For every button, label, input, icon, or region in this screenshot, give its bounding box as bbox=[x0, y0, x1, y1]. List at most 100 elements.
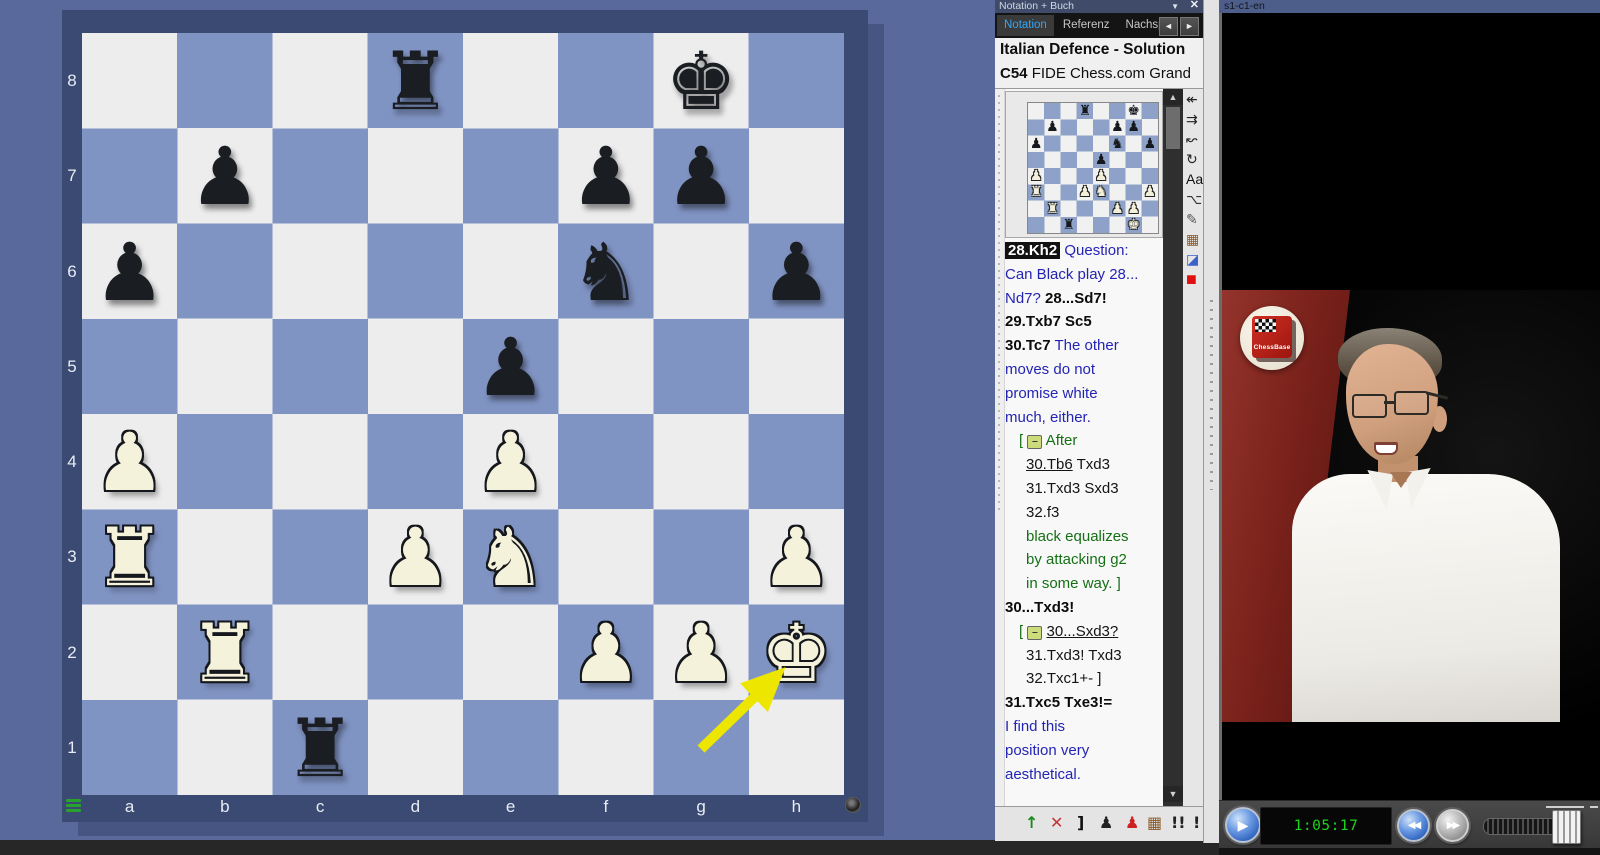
tab-scroll-right-icon[interactable]: ► bbox=[1180, 17, 1199, 36]
pieces-palette-icon[interactable]: ▦ bbox=[1147, 813, 1162, 832]
move-text[interactable]: 30...Sxd3? bbox=[1047, 623, 1119, 640]
text-format-icon[interactable]: Aa bbox=[1183, 169, 1203, 189]
tab-notation[interactable]: Notation bbox=[997, 15, 1054, 36]
brush-icon[interactable]: ✎ bbox=[1183, 209, 1203, 229]
comment-text[interactable]: in some way. ] bbox=[1026, 575, 1121, 592]
comment-text[interactable]: aesthetical. bbox=[1005, 766, 1081, 783]
red-swatch-icon[interactable]: ■ bbox=[1183, 269, 1203, 289]
caret-down-icon[interactable]: ▼ bbox=[1171, 0, 1179, 13]
notation-line: black equalizes bbox=[1005, 525, 1160, 549]
chess-piece-wp-f2[interactable]: ♟ bbox=[558, 605, 653, 700]
comment-text[interactable]: [ bbox=[1019, 623, 1027, 640]
chess-piece-wr-b2[interactable]: ♜ bbox=[177, 605, 272, 700]
structure-icon[interactable]: ⌥ bbox=[1183, 189, 1203, 209]
comment-text[interactable]: Can Black play 28... bbox=[1005, 266, 1138, 283]
tab-referenz[interactable]: Referenz bbox=[1056, 15, 1117, 36]
close-icon[interactable]: ✕ bbox=[1190, 0, 1199, 12]
scroll-up-icon[interactable]: ▲ bbox=[1163, 89, 1183, 105]
comment-text[interactable]: Question: bbox=[1064, 242, 1128, 259]
play-button[interactable]: ▶ bbox=[1225, 807, 1261, 843]
move-text[interactable]: 31.Txc5 Txe3!= bbox=[1005, 694, 1112, 711]
chess-piece-bp-f7[interactable]: ♟ bbox=[558, 128, 653, 223]
comment-text[interactable]: much, either. bbox=[1005, 409, 1091, 426]
chess-piece-bp-a6[interactable]: ♟ bbox=[82, 224, 177, 319]
notation-line: moves do not bbox=[1005, 358, 1160, 382]
video-display[interactable]: ChessBase bbox=[1219, 13, 1600, 800]
double-exclam-icon[interactable]: !! bbox=[1171, 813, 1186, 832]
move-text[interactable]: 28...Sd7! bbox=[1045, 290, 1107, 307]
chess-piece-wp-g2[interactable]: ♟ bbox=[654, 605, 749, 700]
promote-variation-icon[interactable]: ↑ bbox=[1025, 813, 1038, 832]
chess-board[interactable]: ♜♚♟♟♟♟♞♟♟♟♟♜♟♞♟♜♟♟♚♜ bbox=[82, 33, 844, 795]
move-text[interactable]: 32.f3 bbox=[1026, 504, 1059, 521]
panel-splitter[interactable] bbox=[1203, 0, 1219, 843]
mini-chess-board[interactable]: ♜♚♟♟♟♟♞♟♟♟♟♜♟♞♟♜♟♟♚♜ bbox=[1027, 102, 1159, 234]
chess-piece-bk-g8[interactable]: ♚ bbox=[654, 33, 749, 128]
delete-move-icon[interactable]: ✕ bbox=[1050, 813, 1063, 832]
move-text[interactable]: 29.Txb7 Sc5 bbox=[1005, 313, 1092, 330]
chess-piece-wr-a3[interactable]: ♜ bbox=[82, 509, 177, 604]
comment-text[interactable]: promise white bbox=[1005, 385, 1098, 402]
red-piece-icon[interactable]: ♟ bbox=[1125, 813, 1139, 832]
scroll-down-icon[interactable]: ▼ bbox=[1163, 786, 1183, 802]
volume-slider-knob[interactable] bbox=[1552, 810, 1581, 844]
mini-piece-wn-e3: ♞ bbox=[1093, 184, 1109, 200]
rewind-button[interactable]: ◀◀ bbox=[1397, 809, 1430, 842]
exclam-icon[interactable]: ! bbox=[1193, 813, 1200, 832]
comment-text[interactable]: moves do not bbox=[1005, 361, 1095, 378]
chess-piece-br-d8[interactable]: ♜ bbox=[368, 33, 463, 128]
scrollbar-thumb[interactable] bbox=[1166, 107, 1180, 149]
collapse-icon[interactable]: – bbox=[1027, 626, 1042, 640]
chess-piece-wp-h3[interactable]: ♟ bbox=[749, 509, 844, 604]
chess-piece-wp-d3[interactable]: ♟ bbox=[368, 509, 463, 604]
rotate-icon[interactable]: ↻ bbox=[1183, 149, 1203, 169]
move-text[interactable]: 30.Tc7 bbox=[1005, 337, 1051, 354]
chess-piece-bp-g7[interactable]: ♟ bbox=[654, 128, 749, 223]
chess-piece-bp-e5[interactable]: ♟ bbox=[463, 319, 558, 414]
back-arrow-icon[interactable]: ↜ bbox=[1183, 129, 1203, 149]
board-menu-icon[interactable] bbox=[66, 799, 81, 813]
move-text[interactable]: 30...Txd3! bbox=[1005, 599, 1074, 616]
chess-piece-wp-a4[interactable]: ♟ bbox=[82, 414, 177, 509]
fast-forward-button[interactable]: ▶▶ bbox=[1436, 809, 1469, 842]
chess-piece-bp-h6[interactable]: ♟ bbox=[749, 224, 844, 319]
rank-label: 6 bbox=[62, 224, 82, 319]
comment-text[interactable]: black equalizes bbox=[1026, 528, 1129, 545]
pieces-palette-icon[interactable]: ▦ bbox=[1183, 229, 1203, 249]
scatter-arrows-icon[interactable]: ⇉ bbox=[1183, 109, 1203, 129]
bracket-icon[interactable]: ] bbox=[1077, 813, 1084, 832]
comment-text[interactable]: Nd7? bbox=[1005, 290, 1041, 307]
notation-scrollbar[interactable]: ▲ ▼ bbox=[1163, 89, 1183, 806]
chess-piece-bn-f6[interactable]: ♞ bbox=[558, 224, 653, 319]
comment-text[interactable]: [ bbox=[1019, 432, 1027, 449]
comment-text[interactable]: position very bbox=[1005, 742, 1089, 759]
chess-piece-br-c1[interactable]: ♜ bbox=[273, 700, 368, 795]
collapse-icon[interactable]: – bbox=[1027, 435, 1042, 449]
black-piece-icon[interactable]: ♟ bbox=[1099, 813, 1113, 832]
presenter-shirt bbox=[1292, 474, 1560, 722]
comment-text[interactable]: After bbox=[1042, 432, 1077, 449]
comment-text[interactable]: The other bbox=[1055, 337, 1119, 354]
chess-piece-bp-b7[interactable]: ♟ bbox=[177, 128, 272, 223]
board-corner-button[interactable] bbox=[845, 797, 861, 813]
mini-piece-wp-f2: ♟ bbox=[1109, 201, 1125, 217]
move-text[interactable]: 30.Tb6 bbox=[1026, 456, 1073, 473]
notation-line: Nd7? 28...Sd7! bbox=[1005, 287, 1160, 311]
eraser-icon[interactable]: ◪ bbox=[1183, 249, 1203, 269]
tab-scroll-left-icon[interactable]: ◄ bbox=[1159, 17, 1178, 36]
chess-piece-wp-e4[interactable]: ♟ bbox=[463, 414, 558, 509]
move-text[interactable]: 31.Txd3! Txd3 bbox=[1026, 647, 1122, 664]
notation-line: 31.Txd3 Sxd3 bbox=[1005, 477, 1160, 501]
chess-piece-wk-h2[interactable]: ♚ bbox=[749, 605, 844, 700]
file-label: c bbox=[273, 795, 368, 822]
move-text[interactable]: 32.Txc1+- ] bbox=[1026, 670, 1101, 687]
move-text[interactable]: Txd3 bbox=[1073, 456, 1110, 473]
move-text[interactable]: 28.Kh2 bbox=[1005, 242, 1060, 259]
panel-splitter-left[interactable] bbox=[995, 89, 1005, 806]
chess-piece-wn-e3[interactable]: ♞ bbox=[463, 509, 558, 604]
comment-text[interactable]: by attacking g2 bbox=[1026, 551, 1127, 568]
variation-arrows-icon[interactable]: ↞ bbox=[1183, 89, 1203, 109]
mini-piece-wp-e4: ♟ bbox=[1093, 168, 1109, 184]
move-text[interactable]: 31.Txd3 Sxd3 bbox=[1026, 480, 1119, 497]
comment-text[interactable]: I find this bbox=[1005, 718, 1065, 735]
